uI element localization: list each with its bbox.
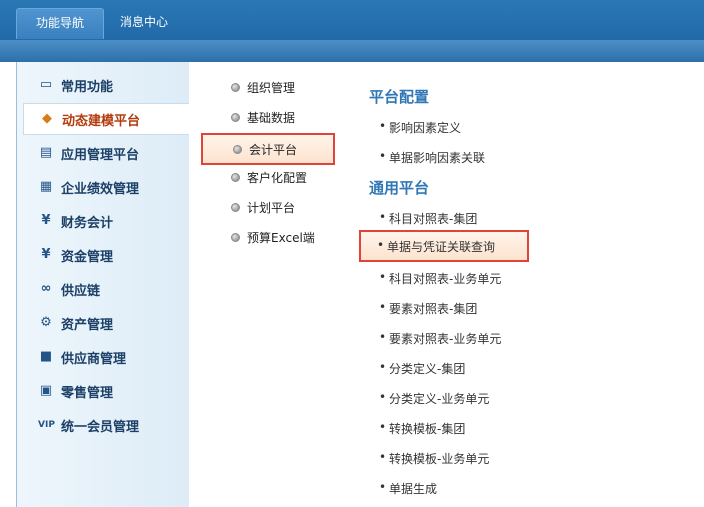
bullet-icon — [231, 233, 240, 242]
right-item-label: 分类定义-集团 — [389, 362, 466, 376]
sidebar-item-label: 财务会计 — [61, 216, 114, 231]
mid-item-org[interactable]: 组织管理 — [201, 73, 337, 101]
grid-icon: ▦ — [39, 179, 53, 194]
bullet-icon: • — [379, 420, 387, 434]
sidebar-item-label: 供应链 — [61, 284, 101, 299]
section-title-platform-config: 平台配置 — [369, 88, 430, 106]
mid-item-label: 计划平台 — [247, 201, 296, 215]
tab-function-nav[interactable]: 功能导航 — [16, 8, 104, 39]
right-content: 平台配置 • 影响因素定义 • 单据影响因素关联 通用平台 • 科目对照表-集团… — [347, 62, 704, 507]
bullet-icon: • — [379, 210, 387, 224]
sidebar-item-retail[interactable]: ▣ 零售管理 — [23, 376, 189, 406]
bullet-icon: • — [379, 330, 387, 344]
sidebar-item-label: 常用功能 — [61, 80, 114, 95]
right-item-label: 单据生成 — [389, 482, 438, 496]
right-item-label: 单据与凭证关联查询 — [387, 240, 496, 254]
bullet-icon: • — [379, 119, 387, 133]
top-nav-strip — [0, 40, 704, 62]
tab-message-center[interactable]: 消息中心 — [108, 8, 180, 38]
app-icon: ▤ — [39, 145, 53, 160]
right-item-label: 影响因素定义 — [389, 121, 462, 135]
asset-icon: ⚙ — [40, 315, 52, 330]
sidebar-item-label: 供应商管理 — [61, 352, 127, 367]
bullet-icon: • — [379, 390, 387, 404]
sidebar-item-supply-chain[interactable]: ∞ 供应链 — [23, 274, 189, 304]
mid-item-label: 组织管理 — [247, 81, 296, 95]
sidebar-item-label: 动态建模平台 — [62, 114, 141, 129]
right-item-label: 转换模板-集团 — [389, 422, 466, 436]
main-panel: ▭ 常用功能 ◆ 动态建模平台 ▤ 应用管理平台 ▦ 企业绩效管理 ¥ 财务会计… — [16, 62, 704, 507]
supplier-icon: ■ — [39, 349, 53, 364]
sidebar-item-supplier[interactable]: ■ 供应商管理 — [23, 342, 189, 372]
register-icon: ▣ — [39, 383, 53, 398]
sidebar-item-assets[interactable]: ⚙ 资产管理 — [23, 308, 189, 338]
right-item-label: 单据影响因素关联 — [389, 151, 486, 165]
sidebar-item-finance[interactable]: ¥ 财务会计 — [23, 206, 189, 236]
bullet-icon: • — [379, 270, 387, 284]
sidebar: ▭ 常用功能 ◆ 动态建模平台 ▤ 应用管理平台 ▦ 企业绩效管理 ¥ 财务会计… — [17, 62, 191, 507]
bullet-icon: • — [379, 480, 387, 494]
mid-item-label: 客户化配置 — [247, 171, 308, 185]
bullet-icon — [231, 173, 240, 182]
mid-item-basic-data[interactable]: 基础数据 — [201, 103, 337, 131]
sidebar-item-common[interactable]: ▭ 常用功能 — [23, 70, 189, 100]
section-title-common-platform: 通用平台 — [369, 179, 430, 197]
right-item-label: 科目对照表-业务单元 — [389, 272, 502, 286]
mid-item-label: 预算Excel端 — [247, 231, 315, 245]
sidebar-item-label: 应用管理平台 — [61, 148, 140, 163]
sidebar-item-label: 企业绩效管理 — [61, 182, 140, 197]
link-icon: ∞ — [40, 281, 52, 296]
bullet-icon: • — [379, 149, 387, 163]
sidebar-item-funds[interactable]: ¥ 资金管理 — [23, 240, 189, 270]
right-item-label: 科目对照表-集团 — [389, 212, 478, 226]
sidebar-item-label: 资产管理 — [61, 318, 114, 333]
monitor-icon: ▭ — [39, 77, 53, 92]
right-item-label: 要素对照表-集团 — [389, 302, 478, 316]
mid-item-accounting-platform[interactable]: 会计平台 — [201, 133, 335, 165]
mid-item-label: 会计平台 — [249, 143, 298, 157]
vip-icon: VIP — [38, 420, 55, 430]
bullet-icon: • — [379, 360, 387, 374]
bullet-icon: • — [377, 238, 385, 252]
mid-item-budget-excel[interactable]: 预算Excel端 — [201, 223, 337, 251]
bullet-icon: • — [379, 300, 387, 314]
bullet-icon — [231, 203, 240, 212]
bullet-icon — [231, 113, 240, 122]
sidebar-item-dynamic-modeling[interactable]: ◆ 动态建模平台 — [23, 103, 191, 135]
bullet-icon: • — [379, 450, 387, 464]
mid-item-planning[interactable]: 计划平台 — [201, 193, 337, 221]
right-item-label: 分类定义-业务单元 — [389, 392, 490, 406]
yen-book-icon: ¥ — [41, 213, 51, 228]
bullet-icon — [231, 83, 240, 92]
middle-menu: 组织管理 基础数据 会计平台 客户化配置 计划平台 预算Excel端 — [189, 62, 348, 507]
sidebar-item-label: 资金管理 — [61, 250, 114, 265]
mid-item-customization[interactable]: 客户化配置 — [201, 163, 337, 191]
sidebar-item-label: 统一会员管理 — [61, 420, 140, 435]
bullet-icon — [233, 145, 242, 154]
right-item-label: 转换模板-业务单元 — [389, 452, 490, 466]
right-item-bill-voucher-query[interactable]: • 单据与凭证关联查询 — [359, 230, 529, 262]
sidebar-item-label: 零售管理 — [61, 386, 114, 401]
sidebar-item-performance[interactable]: ▦ 企业绩效管理 — [23, 172, 189, 202]
right-item-label: 要素对照表-业务单元 — [389, 332, 502, 346]
mid-item-label: 基础数据 — [247, 111, 296, 125]
top-nav-bar: 功能导航 消息中心 — [0, 0, 704, 62]
sidebar-item-app-management[interactable]: ▤ 应用管理平台 — [23, 138, 189, 168]
cube-icon: ◆ — [42, 111, 52, 126]
yen-icon: ¥ — [41, 247, 51, 262]
sidebar-item-vip[interactable]: VIP 统一会员管理 — [23, 410, 189, 440]
